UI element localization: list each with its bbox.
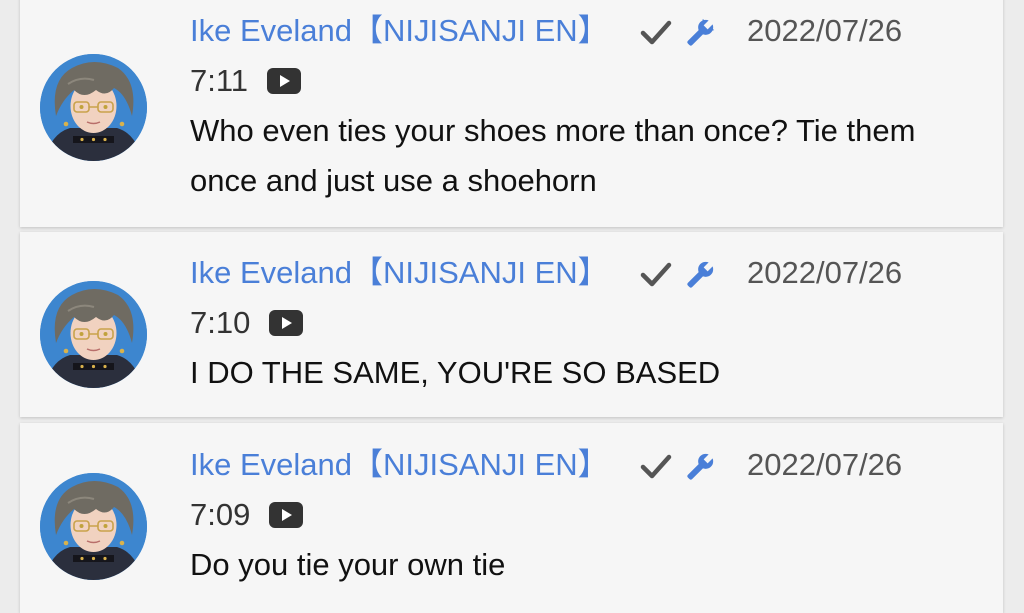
timestamp-link[interactable]: 7:10 [190, 298, 250, 348]
verified-check-icon [641, 454, 672, 479]
moderator-wrench-icon [687, 260, 714, 288]
verified-check-icon [641, 262, 672, 287]
author-name[interactable]: Ike Eveland【NIJISANJI EN】 [190, 248, 609, 298]
comment-card[interactable]: Ike Eveland【NIJISANJI EN】 2022/07/26 [20, 232, 1003, 417]
comment-date: 2022/07/26 [747, 255, 903, 290]
avatar[interactable] [40, 473, 147, 580]
video-play-icon[interactable] [266, 68, 301, 94]
avatar-image [40, 281, 147, 388]
comment-card[interactable]: Ike Eveland【NIJISANJI EN】 2022/07/26 [20, 423, 1003, 613]
comment-text: I DO THE SAME, YOU'RE SO BASED [190, 355, 721, 390]
author-badges [639, 6, 718, 56]
avatar-image [40, 473, 147, 580]
author-badges [639, 248, 718, 298]
avatar[interactable] [40, 54, 147, 161]
comment-date: 2022/07/26 [747, 447, 903, 482]
comment-text: Do you tie your own tie [190, 547, 506, 582]
moderator-wrench-icon [687, 18, 715, 46]
comment-card[interactable]: Ike Eveland【NIJISANJI EN】 2022/07/26 7:1… [20, 0, 1003, 227]
comment-text: Who even ties your shoes more than once?… [190, 113, 916, 198]
timestamp-link[interactable]: 7:09 [190, 490, 250, 540]
author-badges [639, 440, 718, 490]
comment-date: 2022/07/26 [747, 13, 903, 48]
video-play-icon[interactable] [268, 310, 303, 336]
avatar[interactable] [40, 281, 147, 388]
verified-check-icon [641, 20, 672, 45]
video-play-icon[interactable] [268, 502, 303, 528]
author-name[interactable]: Ike Eveland【NIJISANJI EN】 [190, 440, 609, 490]
author-name[interactable]: Ike Eveland【NIJISANJI EN】 [190, 6, 609, 56]
avatar-image [40, 54, 147, 161]
comment-feed: Ike Eveland【NIJISANJI EN】 2022/07/26 7:1… [20, 0, 1003, 613]
timestamp-link[interactable]: 7:11 [190, 56, 248, 106]
moderator-wrench-icon [687, 452, 714, 480]
